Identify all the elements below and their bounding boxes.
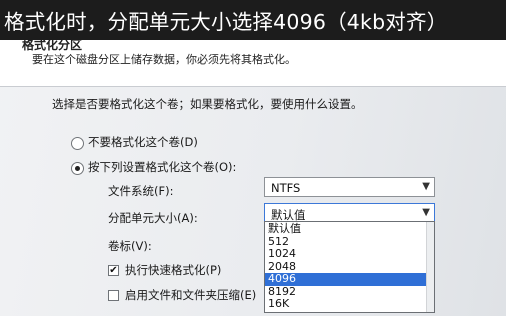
dialog-subtitle: 要在这个磁盘分区上储存数据，你必须先将其格式化。 [32, 53, 296, 66]
dropdown-scrollbar[interactable] [426, 222, 434, 312]
dropdown-option-16k[interactable]: 16K [265, 297, 434, 311]
tutorial-caption-bar: 格式化时，分配单元大小选择4096（4kb对齐） [0, 0, 506, 40]
allocation-unit-dropdown[interactable]: 默认值 512 1024 2048 4096 8192 16K [264, 221, 435, 313]
no-format-label[interactable]: 不要格式化这个卷(D) [88, 134, 198, 150]
format-radio[interactable] [71, 162, 84, 175]
tutorial-caption: 格式化时，分配单元大小选择4096（4kb对齐） [4, 10, 448, 34]
checkmark-icon: ✔ [109, 265, 118, 276]
quick-format-label[interactable]: 执行快速格式化(P) [125, 262, 221, 278]
file-system-label: 文件系统(F): [108, 184, 174, 198]
chevron-down-icon[interactable]: ▼ [422, 181, 430, 192]
allocation-unit-select[interactable]: 默认值 ▼ [264, 203, 435, 222]
allocation-unit-label: 分配单元大小(A): [108, 211, 198, 225]
dropdown-option-4096[interactable]: 4096 [265, 272, 434, 286]
compression-label[interactable]: 启用文件和文件夹压缩(E) [125, 287, 256, 303]
no-format-radio[interactable] [71, 137, 84, 150]
format-prompt: 选择是否要格式化这个卷；如果要格式化，要使用什么设置。 [52, 97, 363, 111]
compression-checkbox[interactable] [108, 290, 119, 301]
file-system-select[interactable]: NTFS ▼ [264, 177, 435, 197]
dropdown-option-1024[interactable]: 1024 [265, 247, 434, 261]
chevron-down-icon[interactable]: ▼ [422, 207, 430, 218]
file-system-value: NTFS [271, 181, 301, 195]
dialog-header: 格式化分区 要在这个磁盘分区上储存数据，你必须先将其格式化。 [0, 38, 506, 87]
dropdown-option-8192[interactable]: 8192 [265, 285, 434, 299]
volume-label: 卷标(V): [108, 239, 152, 253]
dropdown-option-default[interactable]: 默认值 [265, 222, 434, 236]
quick-format-checkbox[interactable]: ✔ [108, 265, 119, 276]
format-label[interactable]: 按下列设置格式化这个卷(O): [88, 159, 236, 175]
